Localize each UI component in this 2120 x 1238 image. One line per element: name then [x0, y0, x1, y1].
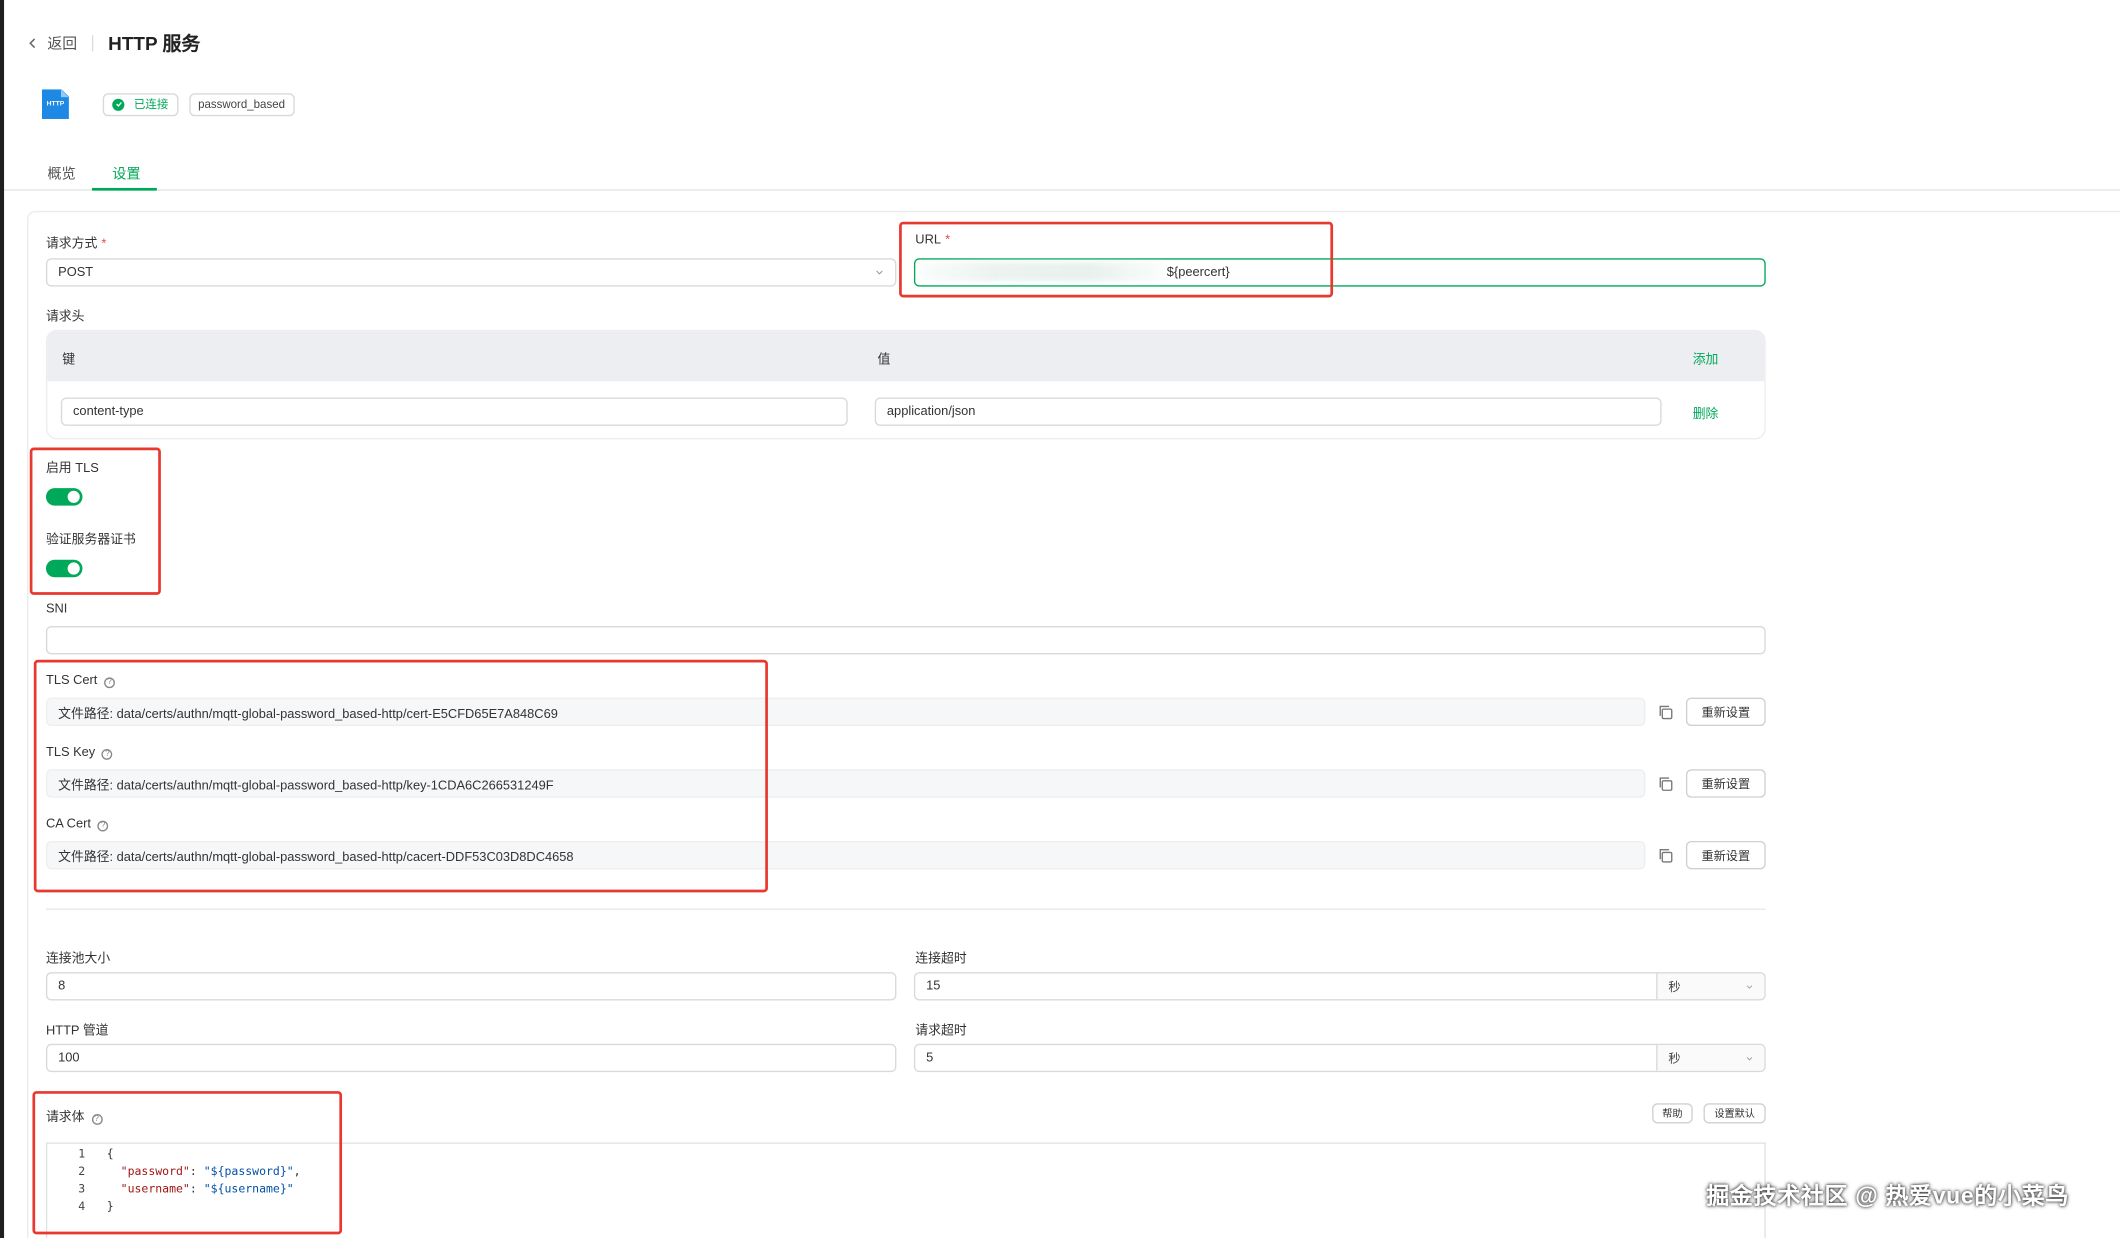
- ca-cert-reset-button[interactable]: 重新设置: [1685, 840, 1766, 870]
- set-default-button[interactable]: 设置默认: [1703, 1103, 1766, 1124]
- code-line: {: [106, 1147, 114, 1162]
- page-header: 返回 HTTP 服务: [27, 30, 200, 57]
- app-window: 返回 HTTP 服务 HTTP 已连接 password_based 概览 设置…: [0, 0, 2120, 1238]
- value-column-header: 值: [877, 352, 891, 368]
- method-value: POST: [58, 264, 94, 280]
- connect-timeout-value: 15: [926, 978, 941, 994]
- tls-key-path: 文件路径: data/certs/authn/mqtt-global-passw…: [58, 778, 554, 793]
- page-title: HTTP 服务: [108, 32, 201, 55]
- window-edge: [0, 0, 5, 1238]
- line-number: 4: [78, 1200, 86, 1215]
- method-label: 请求方式 *: [45, 236, 107, 252]
- connect-timeout-unit: 秒: [1668, 980, 1681, 994]
- ca-cert-label: CA Cert?: [46, 817, 109, 832]
- connected-label: 已连接: [133, 97, 169, 111]
- connect-timeout-input[interactable]: 15 秒: [913, 972, 1766, 1001]
- copy-icon[interactable]: [1658, 848, 1674, 864]
- chevron-down-icon: [1746, 1057, 1753, 1061]
- line-number: 2: [78, 1165, 86, 1179]
- chevron-left-icon: [29, 38, 36, 49]
- pipelining-input[interactable]: 100: [45, 1043, 897, 1073]
- tab-bar: 概览 设置: [0, 160, 2120, 191]
- help-icon: ?: [91, 1114, 103, 1125]
- header-value-input[interactable]: application/json: [874, 397, 1662, 426]
- pool-size-label: 连接池大小: [45, 951, 111, 967]
- sni-input[interactable]: [45, 625, 1766, 655]
- method-select[interactable]: POST: [45, 258, 897, 287]
- body-label: 请求体?: [46, 1106, 103, 1125]
- help-button[interactable]: 帮助: [1652, 1103, 1693, 1124]
- headers-table-head: 键 值 添加: [47, 331, 1765, 382]
- http-icon-text: HTTP: [46, 100, 65, 109]
- code-line: "password": "${password}",: [120, 1165, 301, 1179]
- tab-overview[interactable]: 概览: [47, 164, 75, 184]
- pool-size-value: 8: [58, 978, 66, 994]
- tls-cert-field[interactable]: 文件路径: data/certs/authn/mqtt-global-passw…: [45, 697, 1646, 727]
- copy-icon[interactable]: [1658, 704, 1674, 720]
- ca-cert-field[interactable]: 文件路径: data/certs/authn/mqtt-global-passw…: [45, 840, 1646, 870]
- connected-status-badge: 已连接: [102, 92, 178, 116]
- enable-tls-toggle[interactable]: [45, 488, 83, 506]
- url-label: URL *: [915, 232, 951, 248]
- tls-cert-path: 文件路径: data/certs/authn/mqtt-global-passw…: [58, 706, 558, 722]
- status-row: HTTP 已连接 password_based: [41, 89, 305, 119]
- verify-cert-label: 验证服务器证书: [45, 532, 136, 548]
- tls-key-label: TLS Key?: [46, 745, 113, 760]
- request-timeout-unit-select[interactable]: 秒: [1656, 1045, 1765, 1071]
- pipelining-value: 100: [58, 1050, 80, 1066]
- code-line: "username": "${username}": [120, 1183, 294, 1197]
- back-button[interactable]: 返回: [27, 32, 77, 54]
- editor-gutter: 1 2 3 4: [47, 1144, 101, 1238]
- pool-size-input[interactable]: 8: [45, 972, 897, 1001]
- key-column-header: 键: [62, 352, 76, 368]
- sni-label: SNI: [45, 601, 68, 617]
- verify-cert-toggle[interactable]: [45, 559, 83, 578]
- help-icon: ?: [104, 677, 115, 689]
- copy-icon[interactable]: [1658, 776, 1674, 792]
- url-value: ${peercert}: [1166, 264, 1230, 280]
- request-timeout-label: 请求超时: [915, 1023, 967, 1039]
- watermark: 掘金技术社区 @ 热爱vue的小菜鸟: [1706, 1183, 2070, 1209]
- header-value-value: application/json: [886, 404, 976, 420]
- headers-label: 请求头: [45, 309, 85, 325]
- header-key-value: content-type: [73, 404, 144, 420]
- line-number: 3: [78, 1183, 86, 1197]
- pipelining-label: HTTP 管道: [45, 1023, 109, 1039]
- request-timeout-value: 5: [926, 1050, 934, 1066]
- check-circle-icon: [112, 98, 125, 111]
- chevron-down-icon: [1746, 985, 1753, 989]
- connect-timeout-label: 连接超时: [915, 951, 967, 967]
- enable-tls-label: 启用 TLS: [45, 461, 99, 476]
- tls-cert-reset-button[interactable]: 重新设置: [1685, 697, 1766, 727]
- code-line: }: [106, 1200, 114, 1215]
- headers-table: 键 值 添加 content-type application/json 删除: [45, 329, 1766, 440]
- delete-header-button[interactable]: 删除: [1693, 403, 1719, 422]
- add-header-button[interactable]: 添加: [1693, 349, 1719, 368]
- request-timeout-input[interactable]: 5 秒: [913, 1043, 1766, 1073]
- back-label: 返回: [47, 36, 78, 53]
- active-tab-indicator: [91, 187, 157, 191]
- tab-settings[interactable]: 设置: [112, 164, 140, 184]
- tls-key-reset-button[interactable]: 重新设置: [1685, 769, 1766, 798]
- body-code-editor[interactable]: 1 2 3 4 { "password": "${password}", "us…: [45, 1142, 1766, 1238]
- tls-cert-label: TLS Cert?: [46, 673, 115, 689]
- tls-key-field[interactable]: 文件路径: data/certs/authn/mqtt-global-passw…: [45, 769, 1646, 798]
- chevron-down-icon: [876, 270, 883, 275]
- mechanism-badge: password_based: [188, 92, 295, 116]
- help-icon: ?: [97, 820, 109, 832]
- section-divider: [45, 908, 1766, 910]
- http-file-icon: HTTP: [41, 89, 69, 119]
- redacted-url-area: [919, 262, 1163, 282]
- ca-cert-path: 文件路径: data/certs/authn/mqtt-global-passw…: [58, 849, 574, 865]
- help-icon: ?: [101, 749, 113, 760]
- request-timeout-unit: 秒: [1668, 1051, 1681, 1066]
- connect-timeout-unit-select[interactable]: 秒: [1656, 973, 1765, 1000]
- header-divider: [91, 35, 94, 52]
- line-number: 1: [78, 1147, 86, 1162]
- header-key-input[interactable]: content-type: [60, 397, 848, 426]
